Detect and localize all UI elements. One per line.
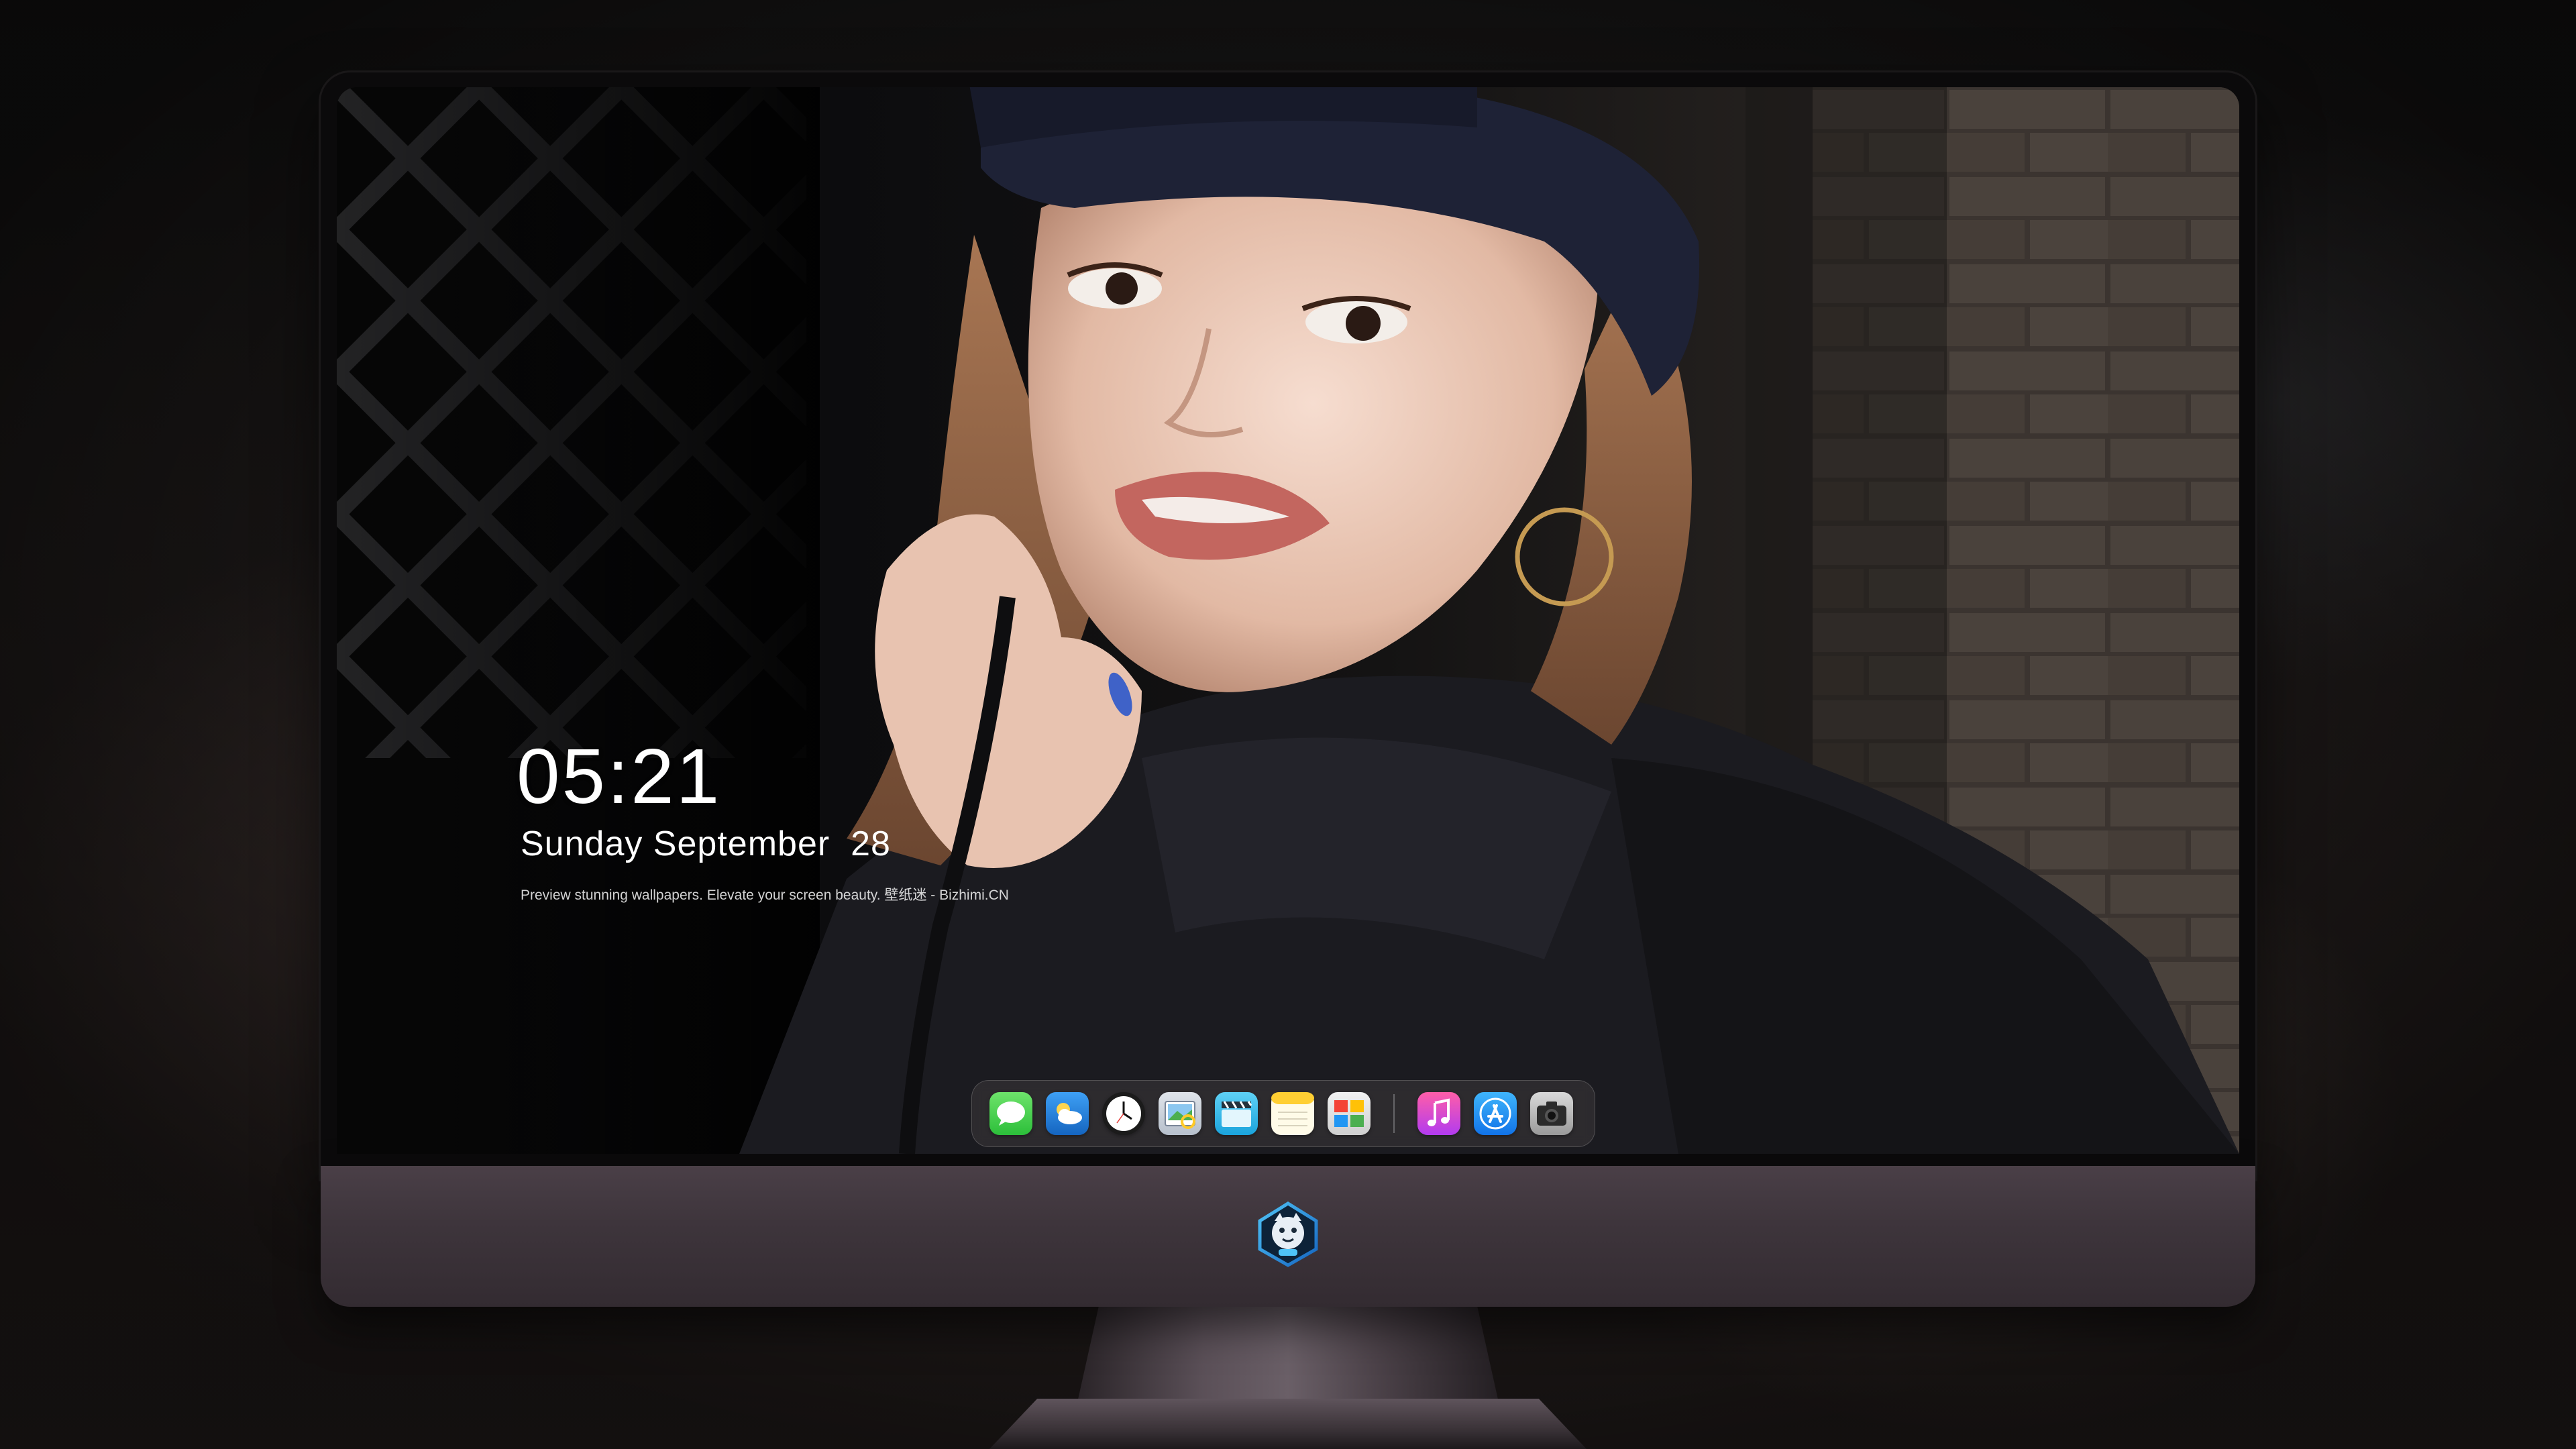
camera-icon	[1537, 1102, 1566, 1126]
dock-app-notes[interactable]	[1271, 1092, 1314, 1135]
dock-app-messages[interactable]	[989, 1092, 1032, 1135]
dock-app-weather[interactable]	[1046, 1092, 1089, 1135]
clapperboard-icon	[1222, 1101, 1252, 1127]
dock-separator	[1393, 1094, 1395, 1133]
monitor-stand-base	[989, 1399, 1587, 1449]
preview-icon	[1165, 1101, 1195, 1129]
mascot-logo-icon	[1254, 1201, 1322, 1268]
messages-icon	[997, 1102, 1025, 1126]
notes-icon	[1271, 1092, 1314, 1126]
dock-app-itunes[interactable]	[1417, 1092, 1460, 1135]
dock-app-photo-booth[interactable]	[1328, 1092, 1371, 1135]
monitor-stand-neck	[1077, 1291, 1499, 1405]
dock-app-preview[interactable]	[1159, 1092, 1201, 1135]
weather-icon	[1057, 1103, 1082, 1124]
dock-app-camera[interactable]	[1530, 1092, 1573, 1135]
dock-app-clock[interactable]	[1102, 1092, 1145, 1135]
dock-app-clips[interactable]	[1215, 1092, 1258, 1135]
screen: 05:21 Sunday September 28 Preview stunni…	[337, 87, 2239, 1154]
photo-booth-icon	[1334, 1100, 1364, 1127]
clock-icon	[1106, 1096, 1141, 1131]
lockscreen-clock: 05:21	[517, 733, 722, 820]
lockscreen-tagline: Preview stunning wallpapers. Elevate you…	[521, 888, 1009, 903]
music-note-icon	[1428, 1098, 1450, 1126]
lockscreen-date: Sunday September 28	[521, 824, 891, 863]
dock-app-app-store[interactable]	[1474, 1092, 1517, 1135]
dock	[971, 1080, 1595, 1147]
wallpaper-photo	[337, 87, 2239, 1154]
app-store-icon	[1479, 1097, 1511, 1130]
